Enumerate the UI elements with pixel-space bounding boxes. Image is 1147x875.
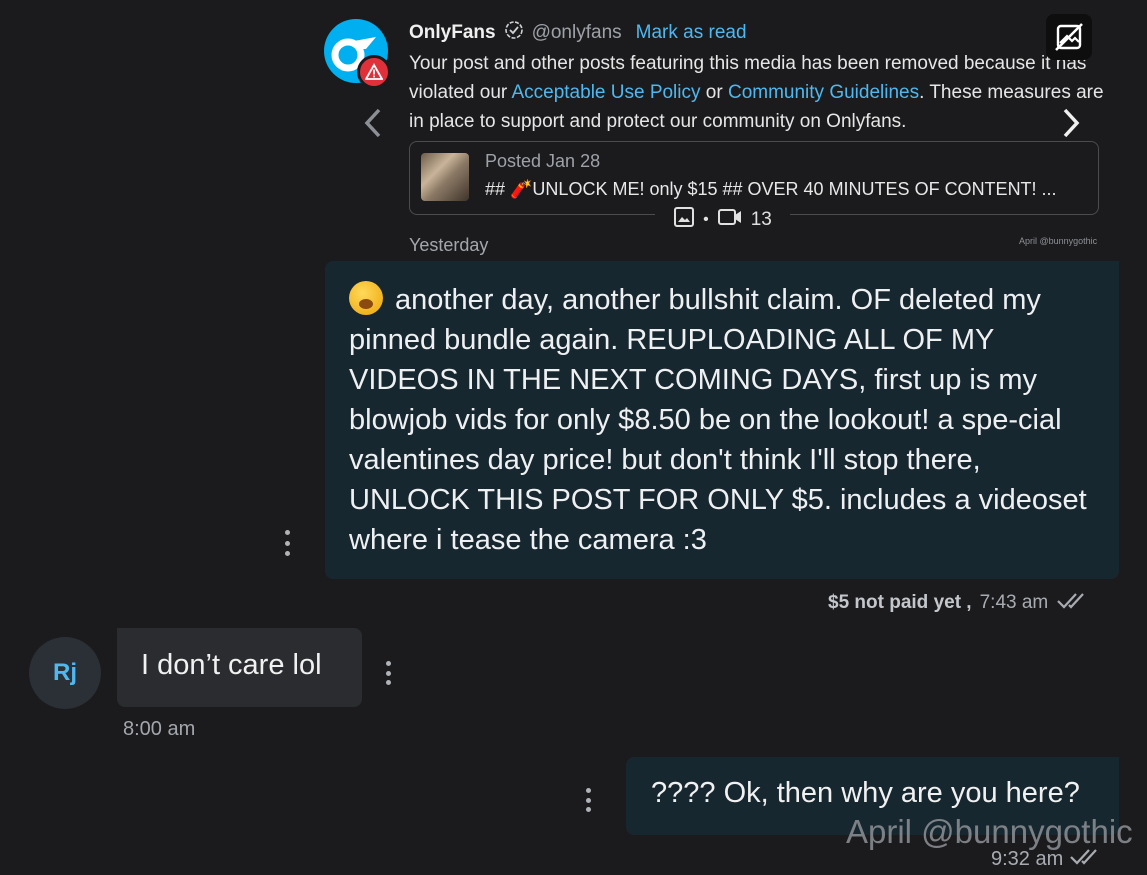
avatar[interactable]: Rj: [29, 637, 101, 709]
media-count-bar: • 13: [655, 201, 790, 239]
acceptable-use-policy-link[interactable]: Acceptable Use Policy: [511, 82, 700, 103]
notification-header: OnlyFans @onlyfans Mark as read: [409, 20, 747, 46]
notification-body: Your post and other posts featuring this…: [409, 49, 1109, 136]
message-text: ???? Ok, then why are you here?: [651, 777, 1080, 809]
warning-icon: [357, 55, 391, 89]
post-title: ## 🧨UNLOCK ME! only $15 ## OVER 40 MINUT…: [485, 179, 1057, 199]
verified-icon: [504, 20, 524, 46]
day-separator: Yesterday: [409, 235, 489, 255]
message-text: another day, another bullshit claim. OF …: [349, 280, 1101, 560]
more-options-icon[interactable]: [582, 788, 594, 812]
mark-as-read-link[interactable]: Mark as read: [636, 22, 747, 44]
message-status: $5 not paid yet , 7:43 am: [828, 590, 1092, 616]
payment-status: $5 not paid yet ,: [828, 592, 972, 613]
more-options-icon[interactable]: [281, 530, 293, 556]
image-off-icon[interactable]: [1046, 14, 1092, 60]
separator-dot: •: [703, 211, 709, 228]
yawning-face-icon: [349, 281, 383, 315]
video-icon: [717, 207, 743, 233]
post-date: Posted Jan 28: [485, 151, 601, 171]
post-thumbnail[interactable]: [421, 153, 469, 201]
message-body: another day, another bullshit claim. OF …: [349, 284, 1087, 556]
message-time: 9:32 am: [991, 847, 1064, 870]
community-guidelines-link[interactable]: Community Guidelines: [728, 82, 919, 103]
message-text: I don’t care lol: [141, 649, 322, 681]
chevron-right-icon[interactable]: [1054, 106, 1088, 140]
image-icon: [673, 206, 695, 234]
message-status: 9:32 am: [991, 846, 1105, 872]
sender-handle[interactable]: @onlyfans: [532, 22, 622, 44]
video-count: 13: [750, 209, 772, 230]
chevron-left-icon[interactable]: [356, 106, 390, 140]
message-time: 8:00 am: [123, 718, 196, 740]
message-time: 7:43 am: [979, 592, 1049, 613]
sender-name[interactable]: OnlyFans: [409, 22, 496, 44]
double-check-icon: [1069, 846, 1105, 872]
small-watermark: April @bunnygothic: [1019, 236, 1098, 246]
double-check-icon: [1056, 590, 1092, 616]
body-text: or: [700, 82, 728, 103]
more-options-icon[interactable]: [382, 661, 394, 685]
